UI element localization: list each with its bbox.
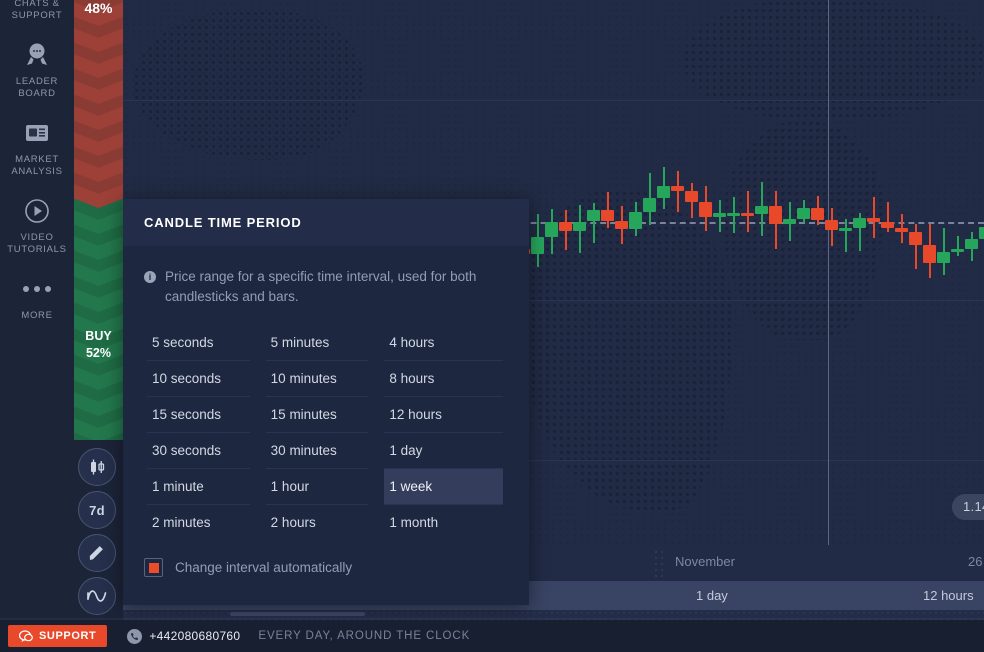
award-icon — [2, 38, 72, 72]
indicator-button[interactable] — [78, 577, 116, 615]
sentiment-sell-percent: 48% — [84, 0, 113, 16]
price-label: 1.141155 — [952, 494, 984, 520]
time-period-option[interactable]: 1 day — [384, 433, 504, 469]
time-period-options: 5 seconds 10 seconds 15 seconds 30 seconds 1… — [123, 307, 529, 540]
axis-decoration — [653, 549, 665, 577]
sidebar-item-chats-support[interactable]: CHATS & SUPPORT — [0, 0, 74, 32]
bottom-bar: SUPPORT +442080680760 EVERY DAY, AROUND … — [0, 620, 984, 652]
time-period-option[interactable]: 5 minutes — [265, 325, 369, 361]
map-region-eurasia — [683, 0, 983, 120]
sentiment-buy-label: BUY — [85, 329, 112, 343]
phone-number: +442080680760 — [149, 629, 241, 643]
sidebar-item-label: VIDEO TUTORIALS — [7, 232, 67, 255]
auto-change-checkbox[interactable] — [144, 558, 163, 577]
auto-change-label: Change interval automatically — [175, 560, 353, 575]
dialog-description: i Price range for a specific time interv… — [123, 246, 529, 307]
phone-icon — [127, 628, 143, 644]
support-button[interactable]: SUPPORT — [8, 625, 108, 647]
dialog-header: CANDLE TIME PERIOD — [123, 199, 529, 246]
time-period-column-2: 5 minutes 10 minutes 15 minutes 30 minutes 1… — [265, 325, 385, 540]
dialog-description-text: Price range for a specific time interval… — [165, 269, 477, 304]
sidebar-item-label: MARKET ANALYSIS — [11, 154, 63, 177]
time-period-column-1: 5 seconds 10 seconds 15 seconds 30 seconds 1… — [147, 325, 266, 540]
play-circle-icon — [2, 194, 72, 228]
dialog-title: CANDLE TIME PERIOD — [144, 215, 302, 230]
time-period-option[interactable]: 4 hours — [384, 325, 504, 361]
chart-tool-rail: 7d — [78, 448, 118, 620]
time-period-option[interactable]: 1 month — [384, 505, 503, 540]
draw-button[interactable] — [78, 534, 116, 572]
axis-tick-day: 26 — [968, 554, 983, 569]
newspaper-icon — [2, 116, 72, 150]
timeframe-label-left: 1 day — [696, 588, 728, 603]
sentiment-chevron — [74, 416, 123, 440]
support-phone[interactable]: +442080680760 — [127, 628, 241, 644]
time-period-option[interactable]: 10 seconds — [147, 361, 250, 397]
sentiment-chevron — [74, 182, 123, 208]
time-period-column-3: 4 hours 8 hours 12 hours 1 day 1 week 1 month — [384, 325, 504, 540]
time-period-option[interactable]: 2 hours — [266, 505, 369, 540]
chat-bubble-icon — [19, 629, 33, 642]
left-sidebar: CHATS & SUPPORT LEADER BOARD MARKET ANAL… — [0, 0, 74, 620]
time-period-option[interactable]: 10 minutes — [265, 361, 369, 397]
sentiment-chevron — [74, 260, 123, 286]
sentiment-buy-percent: 52% — [85, 346, 112, 360]
sentiment-buy-block: BUY 52% — [74, 328, 123, 362]
grid-line — [123, 100, 984, 101]
auto-change-row[interactable]: Change interval automatically — [123, 540, 529, 577]
sentiment-chevron — [74, 208, 123, 234]
sentiment-chevron — [74, 390, 123, 416]
time-period-option[interactable]: 15 minutes — [265, 397, 369, 433]
sentiment-chevron — [74, 156, 123, 182]
sidebar-item-label: LEADER BOARD — [15, 76, 59, 99]
support-hours-note: EVERY DAY, AROUND THE CLOCK — [258, 630, 471, 642]
crosshair-vertical — [828, 0, 829, 545]
support-button-label: SUPPORT — [39, 630, 97, 642]
sidebar-item-leader-board[interactable]: LEADER BOARD — [0, 32, 74, 110]
time-period-option[interactable]: 8 hours — [384, 361, 504, 397]
chart-scroll-thumb[interactable] — [230, 612, 365, 616]
market-sentiment-bar: 48% BUY 52% — [74, 0, 123, 440]
time-period-option[interactable]: 1 week — [384, 469, 504, 505]
sentiment-chevron — [74, 104, 123, 130]
sentiment-chevrons — [74, 0, 123, 440]
sentiment-chevron — [74, 26, 123, 52]
sentiment-chevron — [74, 364, 123, 390]
time-period-option[interactable]: 12 hours — [384, 397, 504, 433]
ellipsis-icon — [2, 272, 72, 306]
sidebar-item-market-analysis[interactable]: MARKET ANALYSIS — [0, 110, 74, 188]
sentiment-chevron — [74, 286, 123, 312]
sentiment-chevron — [74, 52, 123, 78]
time-period-option[interactable]: 30 seconds — [147, 433, 250, 469]
sentiment-chevron — [74, 234, 123, 260]
sidebar-item-more[interactable]: MORE — [0, 266, 74, 332]
sidebar-item-label: CHATS & SUPPORT — [11, 0, 63, 21]
candle-type-button[interactable] — [78, 448, 116, 486]
info-icon: i — [144, 271, 156, 283]
axis-tick-month: November — [675, 554, 735, 569]
sentiment-chevron — [74, 130, 123, 156]
sidebar-item-video-tutorials[interactable]: VIDEO TUTORIALS — [0, 188, 74, 266]
timeframe-label-right: 12 hours — [923, 588, 974, 603]
time-period-option[interactable]: 1 minute — [147, 469, 250, 505]
time-period-option[interactable]: 30 minutes — [265, 433, 369, 469]
sidebar-item-label: MORE — [21, 310, 53, 321]
sentiment-chevron — [74, 78, 123, 104]
time-period-option[interactable]: 5 seconds — [147, 325, 250, 361]
time-period-option[interactable]: 2 minutes — [147, 505, 250, 540]
time-period-option[interactable]: 1 hour — [265, 469, 369, 505]
candle-time-period-dialog: CANDLE TIME PERIOD i Price range for a s… — [123, 199, 529, 605]
time-period-option[interactable]: 15 seconds — [147, 397, 250, 433]
timeframe-7d-button[interactable]: 7d — [78, 491, 116, 529]
